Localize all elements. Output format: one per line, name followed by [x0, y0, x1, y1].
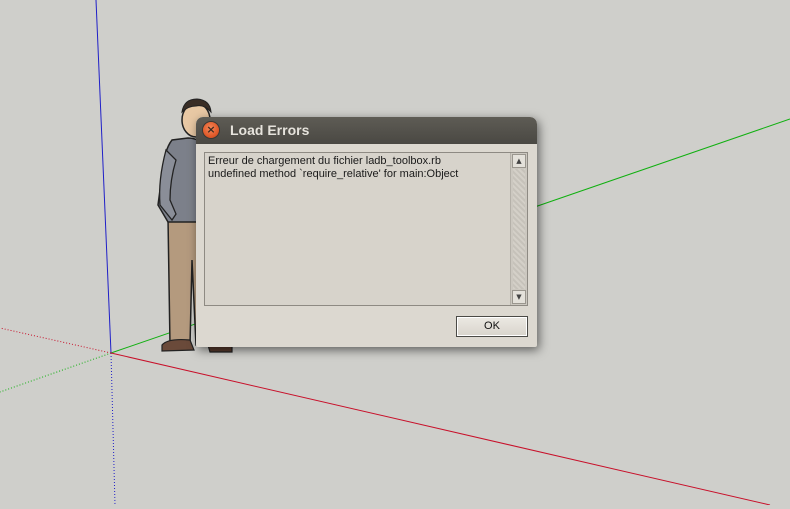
scroll-up-arrow-icon[interactable]: ▲	[512, 154, 526, 168]
blue-axis-negative	[110, 352, 116, 506]
green-axis-negative	[0, 352, 112, 393]
error-message-text: Erreur de chargement du fichier ladb_too…	[208, 155, 508, 181]
error-message-line: Erreur de chargement du fichier ladb_too…	[208, 155, 441, 167]
vertical-scrollbar[interactable]: ▲ ▼	[510, 153, 527, 305]
ok-button[interactable]: OK	[456, 316, 528, 337]
error-message-textarea[interactable]: Erreur de chargement du fichier ladb_too…	[204, 152, 528, 306]
close-icon[interactable]: ×	[203, 122, 219, 138]
load-errors-dialog: × Load Errors Erreur de chargement du fi…	[196, 117, 537, 347]
dialog-titlebar[interactable]: × Load Errors	[196, 117, 537, 144]
red-axis	[110, 352, 771, 506]
red-axis-negative	[0, 327, 112, 354]
scrollbar-track[interactable]	[513, 169, 525, 289]
scroll-down-arrow-icon[interactable]: ▼	[512, 290, 526, 304]
error-message-line: undefined method `require_relative' for …	[208, 168, 459, 180]
sketchup-viewport[interactable]: × Load Errors Erreur de chargement du fi…	[0, 0, 790, 506]
blue-axis	[95, 0, 112, 354]
dialog-title: Load Errors	[230, 122, 310, 138]
